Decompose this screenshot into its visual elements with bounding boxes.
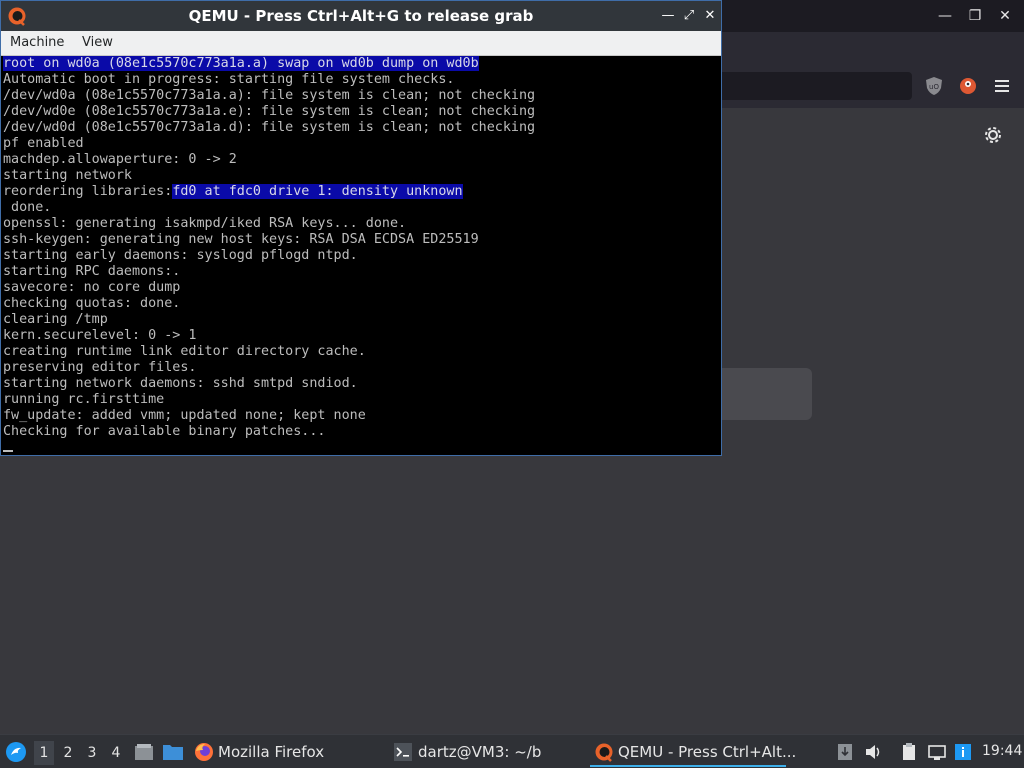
console-line: clearing /tmp [3,312,719,328]
gear-icon[interactable] [982,124,1004,146]
maximize-icon[interactable]: ❐ [964,6,986,26]
minimize-icon[interactable]: — [934,6,956,26]
terminal-icon [394,743,412,761]
console-line-text: preserving editor files. [3,360,197,375]
taskbar: 1 2 3 4 Mozilla Firefox dartz@VM3: ~/b Q… [0,734,1024,768]
console-line: kern.securelevel: 0 -> 1 [3,328,719,344]
network-icon[interactable] [928,743,946,761]
console-line: /dev/wd0d (08e1c5570c773a1a.d): file sys… [3,120,719,136]
console-line: starting network [3,168,719,184]
minimize-icon[interactable]: — [659,6,677,26]
duckduckgo-icon[interactable] [958,76,978,96]
volume-icon[interactable] [864,743,882,761]
qemu-logo-icon [595,743,613,762]
clock[interactable]: 19:44 [982,743,1022,759]
clipboard-icon[interactable] [900,743,918,761]
console-line: Automatic boot in progress: starting fil… [3,72,719,88]
url-bar[interactable] [700,72,912,100]
console-line: /dev/wd0e (08e1c5570c773a1a.e): file sys… [3,104,719,120]
console-line: reordering libraries:fd0 at fdc0 drive 1… [3,184,719,200]
console-line-text: reordering libraries: [3,184,173,199]
console-line-text: kern.securelevel: 0 -> 1 [3,328,197,343]
console-line: machdep.allowaperture: 0 -> 2 [3,152,719,168]
qemu-menubar: Machine View [1,31,721,56]
notes-icon[interactable] [836,743,854,761]
maximize-icon[interactable]: ⤢ [680,6,698,26]
console-cursor [3,450,13,452]
task-label: QEMU - Press Ctrl+Alt... [618,743,797,761]
console-line-text: starting network [3,168,132,183]
console-line-text: Automatic boot in progress: starting fil… [3,72,455,87]
console-line: /dev/wd0a (08e1c5570c773a1a.a): file sys… [3,88,719,104]
close-icon[interactable]: ✕ [994,6,1016,26]
console-line-text: fw_update: added vmm; updated none; kept… [3,408,366,423]
console-line-text: Checking for available binary patches... [3,424,326,439]
console-line: Checking for available binary patches... [3,424,719,440]
console-line: root on wd0a (08e1c5570c773a1a.a) swap o… [3,56,719,72]
svg-text:uO: uO [929,83,939,91]
menu-view[interactable]: View [82,35,113,50]
workspace-3[interactable]: 3 [82,743,102,763]
console-line: checking quotas: done. [3,296,719,312]
console-line: starting early daemons: syslogd pflogd n… [3,248,719,264]
console-line-text: starting RPC daemons:. [3,264,181,279]
console-line-text: clearing /tmp [3,312,108,327]
console-line-text: running rc.firsttime [3,392,165,407]
info-icon[interactable] [954,743,972,761]
console-line: creating runtime link editor directory c… [3,344,719,360]
console-line-text: pf enabled [3,136,84,151]
console-line-text: starting early daemons: syslogd pflogd n… [3,248,358,263]
console-line-text: checking quotas: done. [3,296,181,311]
console-line-text: /dev/wd0a (08e1c5570c773a1a.a): file sys… [3,88,536,103]
qemu-window: QEMU - Press Ctrl+Alt+G to release grab … [0,0,722,456]
task-terminal[interactable]: dartz@VM3: ~/b [394,737,574,767]
close-icon[interactable]: ✕ [701,6,719,26]
ublock-icon[interactable]: uO [924,76,944,96]
firefox-icon [195,743,213,761]
console-line-text: root on wd0a (08e1c5570c773a1a.a) swap o… [3,56,479,71]
file-manager-icon[interactable] [134,743,154,761]
task-label: Mozilla Firefox [218,743,325,761]
console-line-text: savecore: no core dump [3,280,181,295]
folder-icon[interactable] [162,743,184,761]
console-output[interactable]: root on wd0a (08e1c5570c773a1a.a) swap o… [3,56,719,454]
console-line-text: ssh-keygen: generating new host keys: RS… [3,232,479,247]
console-line: fw_update: added vmm; updated none; kept… [3,408,719,424]
console-line: pf enabled [3,136,719,152]
task-firefox[interactable]: Mozilla Firefox [194,737,374,767]
workspace-4[interactable]: 4 [106,743,126,763]
console-line-text: openssl: generating isakmpd/iked RSA key… [3,216,407,231]
console-line: running rc.firsttime [3,392,719,408]
task-qemu[interactable]: QEMU - Press Ctrl+Alt... [590,737,796,767]
console-line-text: machdep.allowaperture: 0 -> 2 [3,152,237,167]
console-line: starting network daemons: sshd smtpd snd… [3,376,719,392]
console-line: openssl: generating isakmpd/iked RSA key… [3,216,719,232]
menu-machine[interactable]: Machine [10,35,64,50]
console-line-text: starting network daemons: sshd smtpd snd… [3,376,358,391]
console-line: savecore: no core dump [3,280,719,296]
console-line: done. [3,200,719,216]
workspace-2[interactable]: 2 [58,743,78,763]
qemu-title: QEMU - Press Ctrl+Alt+G to release grab [188,7,534,25]
console-line: ssh-keygen: generating new host keys: RS… [3,232,719,248]
workspace-1[interactable]: 1 [34,741,54,765]
start-menu-icon[interactable] [5,741,27,763]
console-line-text: /dev/wd0e (08e1c5570c773a1a.e): file sys… [3,104,536,119]
console-line-text: done. [3,200,52,215]
task-label: dartz@VM3: ~/b [418,743,542,761]
console-line-text: creating runtime link editor directory c… [3,344,366,359]
console-line: preserving editor files. [3,360,719,376]
console-line-highlight: fd0 at fdc0 drive 1: density unknown [172,184,463,199]
console-line-text: /dev/wd0d (08e1c5570c773a1a.d): file sys… [3,120,536,135]
qemu-titlebar[interactable]: QEMU - Press Ctrl+Alt+G to release grab … [1,1,721,31]
hamburger-menu-icon[interactable] [992,76,1012,96]
console-line: starting RPC daemons:. [3,264,719,280]
